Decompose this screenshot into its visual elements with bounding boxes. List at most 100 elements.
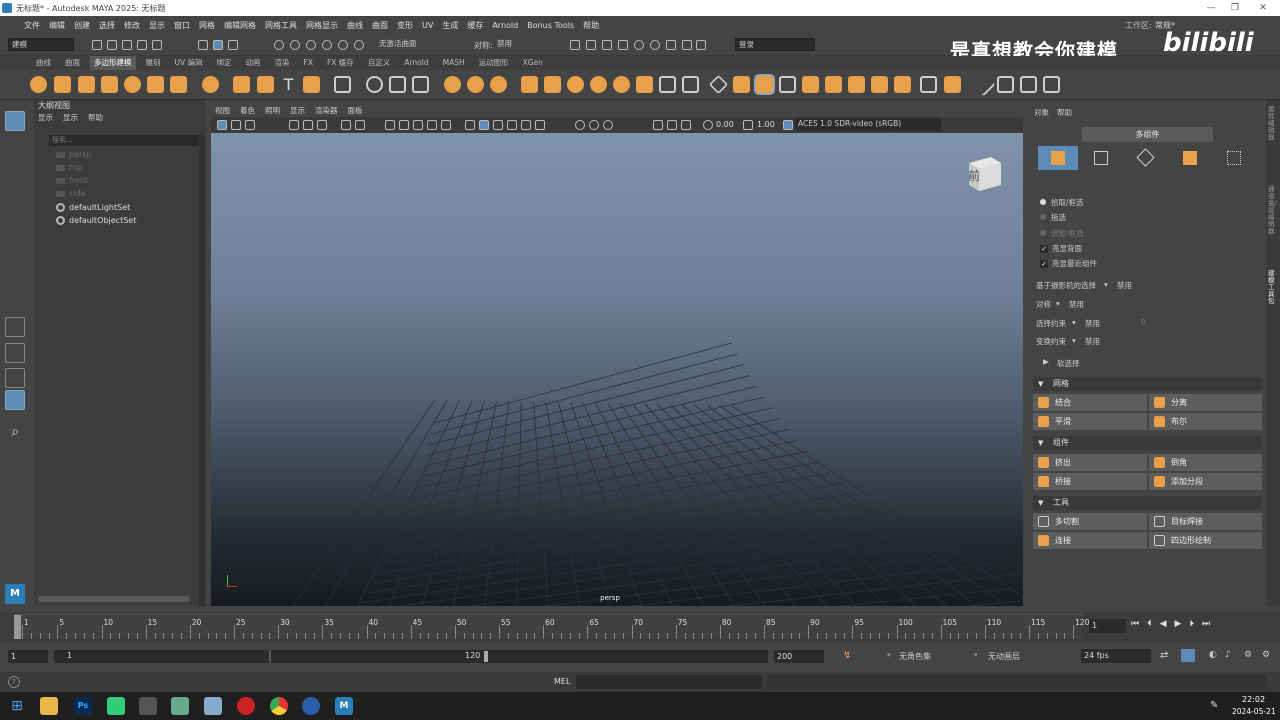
smooth-shade-icon[interactable] [479,120,489,130]
soft-select-expander[interactable]: ▶ [1043,357,1049,366]
uv-sphere-icon[interactable] [366,76,383,93]
transform-constraint-value[interactable]: 禁用 [1085,336,1100,347]
render-frame-icon[interactable] [570,40,580,50]
extrude-button[interactable]: 挤出 [1033,454,1147,471]
go-start-icon[interactable]: ⏮ [1131,619,1147,629]
xray-joints-icon[interactable] [681,120,691,130]
mode-dropdown[interactable]: 建模 [8,38,74,51]
close-button[interactable]: ✕ [1240,0,1280,16]
shelf-tab-xgen[interactable]: XGen [519,56,547,70]
new-scene-icon[interactable] [92,40,102,50]
select-hierarchy-icon[interactable] [198,40,208,50]
boolean-union-icon[interactable] [567,76,584,93]
extrude-shelf-icon[interactable] [733,76,750,93]
boolean-intersect-icon[interactable] [613,76,630,93]
outliner-search-input[interactable]: 搜索... [49,135,202,146]
snap-point-icon[interactable] [306,40,316,50]
shelf-tab-motion-graphics[interactable]: 运动图形 [475,56,513,70]
safe-title-icon[interactable] [441,120,451,130]
bookmark-timeline-icon[interactable]: ◐ [1209,650,1217,660]
layout-two-icon[interactable] [5,368,25,388]
layout-four-icon[interactable] [5,343,25,363]
target-weld-icon[interactable] [1020,76,1037,93]
vp-menu-renderer[interactable]: 渲染器 [315,105,338,116]
anim-layer-dropdown[interactable]: 无动画层 [988,651,1020,662]
bridge-shelf-icon[interactable] [754,74,775,95]
maya-m-icon[interactable]: M [5,584,25,604]
render-view-icon[interactable] [666,40,676,50]
mtk-menu-object[interactable]: 对象 [1034,108,1049,117]
sound-icon[interactable]: ♪ [1225,650,1231,660]
pick-marquee-option[interactable]: 拾取/框选 [1040,197,1084,208]
mtk-menu-help[interactable]: 帮助 [1057,108,1072,117]
range-slider[interactable]: 1 120 [54,650,768,663]
rotate-tool-icon[interactable] [5,210,25,230]
start-frame-field[interactable]: 1 [8,650,48,663]
vp-menu-panels[interactable]: 面板 [348,105,363,116]
step-forward-key-icon[interactable]: ⏵ [1189,619,1202,629]
shelf-tab-surfaces[interactable]: 曲面 [61,56,84,70]
poke-icon[interactable] [848,76,865,93]
select-constraint-arrow[interactable]: ▾ [1072,318,1076,327]
tweak-marquee-option[interactable]: 调整/框选 [1040,228,1084,239]
wireframe-icon[interactable] [465,120,475,130]
redo-icon[interactable] [152,40,162,50]
screen-space-ao-icon[interactable] [575,120,585,130]
render-sequence-icon[interactable] [586,40,596,50]
character-set-dropdown[interactable]: 无角色集 [899,651,931,662]
section-tools[interactable]: 工具 [1033,496,1262,510]
image-plane-icon[interactable] [289,120,299,130]
object-mode-button[interactable] [1038,146,1078,170]
cache-playback-icon[interactable] [1181,649,1195,662]
photoshop-icon[interactable]: Ps [74,697,92,715]
chrome-icon[interactable] [270,697,288,715]
textured-icon[interactable] [507,120,517,130]
app-icon-1[interactable] [107,697,125,715]
shelf-tab-curves[interactable]: 曲线 [32,56,55,70]
maya-taskbar-icon[interactable]: M [335,697,353,715]
connect-button[interactable]: 连接 [1033,532,1147,549]
side-tab-channel-box[interactable]: 通道盒/层编辑器 [1268,186,1278,235]
highlight-backfaces-checkbox[interactable]: ✓ 亮显背面 [1040,243,1082,254]
fps-dropdown[interactable]: 24 fps [1081,649,1151,663]
menu-curves[interactable]: 曲线 [347,20,363,31]
append-icon[interactable] [708,74,729,95]
menu-edit[interactable]: 编辑 [49,20,65,31]
motion-blur-icon[interactable] [589,120,599,130]
mirror-icon[interactable] [389,76,406,93]
open-scene-icon[interactable] [107,40,117,50]
poly-disk-icon[interactable] [170,76,187,93]
center-pivot-icon[interactable] [412,76,429,93]
file-explorer-icon[interactable] [40,697,58,715]
section-components[interactable]: 组件 [1033,436,1262,450]
exposure-value[interactable]: 0.00 [716,120,734,129]
shadows-icon[interactable] [535,120,545,130]
lasso-tool-icon[interactable] [5,137,25,157]
snap-view-icon[interactable] [322,40,332,50]
undo-icon[interactable] [137,40,147,50]
play-forward-icon[interactable]: ▶ [1175,619,1190,629]
gamma-value[interactable]: 1.00 [757,120,775,129]
ipr-render-icon[interactable] [602,40,612,50]
save-scene-icon[interactable] [122,40,132,50]
face-mode-icon[interactable] [1183,151,1197,165]
menu-help[interactable]: 帮助 [583,20,599,31]
slide-edge-icon[interactable] [997,76,1014,93]
outliner-menu-help[interactable]: 帮助 [88,113,103,122]
menu-select[interactable]: 选择 [99,20,115,31]
gamma-icon[interactable] [743,120,753,130]
outliner-item-persp[interactable]: persp [56,149,92,161]
select-component-icon[interactable] [228,40,238,50]
current-frame-field[interactable]: 1 [1089,619,1126,633]
outliner-item-side[interactable]: side [56,188,85,200]
gate-mask-icon[interactable] [399,120,409,130]
shelf-tab-custom[interactable]: 自定义 [364,56,395,70]
outliner-item-default-object-set[interactable]: defaultObjectSet [56,215,136,227]
wedge-icon[interactable] [871,76,888,93]
scale-tool-icon[interactable] [5,235,25,255]
command-input[interactable] [576,675,762,689]
help-icon[interactable]: ? [8,676,20,688]
combine-button[interactable]: 结合 [1033,394,1147,411]
shelf-tab-fx-caching[interactable]: FX 缓存 [323,56,358,70]
app-icon-3[interactable] [171,697,189,715]
